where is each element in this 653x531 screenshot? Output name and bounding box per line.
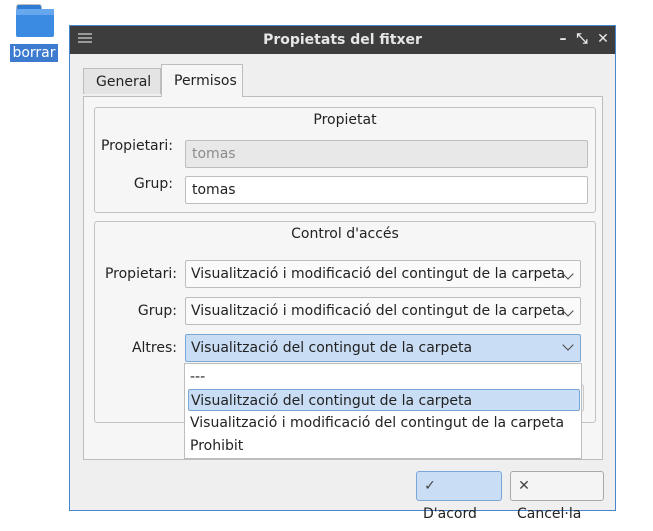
desktop-icon-label: borrar (10, 44, 58, 62)
access-owner-label: Propietari: (104, 266, 177, 282)
ownership-group: Propietat Propietari: tomas Grup: tomas (94, 107, 596, 213)
file-properties-dialog: Propietats del fitxer – ⤡ ✕ General Perm… (69, 25, 616, 522)
ok-button-label: D'acord (423, 506, 477, 522)
owner-label: Propietari: (100, 138, 173, 154)
others-access-select[interactable]: Visualització del contingut de la carpet… (185, 334, 581, 362)
dropdown-option-selected[interactable]: Visualització del contingut de la carpet… (188, 389, 580, 411)
access-control-title: Control d'accés (291, 226, 399, 242)
minimize-icon[interactable]: – (554, 30, 572, 48)
close-icon: ✕ (518, 478, 530, 494)
ownership-title: Propietat (313, 112, 377, 128)
ok-button[interactable]: ✓ D'acord (416, 471, 502, 522)
desktop-folder-borrar[interactable]: borrar (10, 2, 58, 62)
title-bar: Propietats del fitxer – ⤡ ✕ (70, 26, 615, 54)
tab-permisos[interactable]: Permisos (161, 64, 243, 97)
access-group-label: Grup: (137, 303, 177, 319)
chevron-down-icon (562, 339, 574, 351)
group-label: Grup: (133, 176, 173, 192)
group-field[interactable]: tomas (185, 176, 588, 204)
close-icon[interactable]: ✕ (594, 30, 612, 48)
group-access-value: Visualització i modificació del contingu… (191, 303, 566, 319)
cancel-button-label: Cancel·la (517, 506, 582, 522)
tab-general[interactable]: General (83, 68, 161, 94)
dropdown-option[interactable]: --- (188, 366, 580, 388)
folder-icon (14, 2, 54, 40)
owner-access-select[interactable]: Visualització i modificació del contingu… (185, 260, 581, 288)
others-access-dropdown: --- Visualització del contingut de la ca… (184, 363, 582, 459)
maximize-icon[interactable]: ⤡ (573, 30, 591, 48)
dropdown-option[interactable]: Prohibit (188, 435, 580, 457)
check-icon: ✓ (424, 478, 436, 494)
cancel-button[interactable]: ✕ Cancel·la (510, 471, 604, 522)
dropdown-option[interactable]: Visualització i modificació del contingu… (188, 412, 580, 434)
others-access-value: Visualització del contingut de la carpet… (191, 340, 473, 356)
access-others-label: Altres: (131, 340, 177, 356)
window-title: Propietats del fitxer (263, 32, 422, 48)
owner-access-value: Visualització i modificació del contingu… (191, 266, 566, 282)
group-access-select[interactable]: Visualització i modificació del contingu… (185, 297, 581, 325)
owner-field: tomas (185, 140, 588, 168)
